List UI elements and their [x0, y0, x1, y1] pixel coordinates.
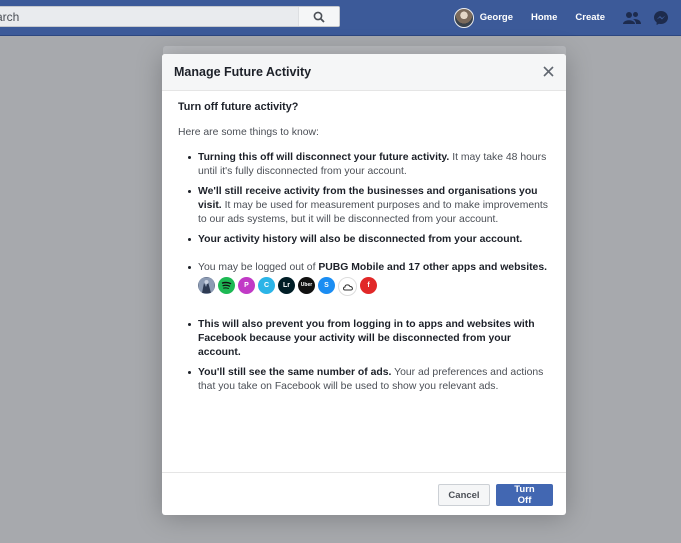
lightroom-app-icon: Lr: [278, 277, 295, 295]
list-item-bold: Your activity history will also be disco…: [198, 234, 523, 246]
list-item-bold: PUBG Mobile and 17 other apps and websit…: [318, 261, 547, 273]
spotify-app-icon: [218, 277, 235, 295]
dialog-footer: Cancel Turn Off: [162, 472, 566, 515]
shazam-app-icon: S: [318, 277, 335, 295]
top-navigation-bar: George Home Create: [0, 0, 681, 36]
create-link[interactable]: Create: [575, 12, 605, 23]
list-item-bold: Turning this off will disconnect your fu…: [198, 152, 450, 164]
dialog-question: Turn off future activity?: [178, 101, 299, 113]
dialog-title: Manage Future Activity: [174, 65, 312, 79]
close-button[interactable]: [539, 62, 557, 80]
nav-right: George Home Create: [453, 0, 681, 35]
dialog-header: Manage Future Activity: [162, 54, 566, 91]
search-box: [0, 6, 340, 27]
close-icon: [542, 65, 554, 77]
avatar: [453, 7, 474, 28]
friends-icon: [623, 11, 641, 24]
list-item-bold: You'll still see the same number of ads.: [198, 367, 392, 379]
list-item: This will also prevent you from logging …: [187, 318, 556, 359]
list-item-prefix: You may be logged out of: [198, 261, 319, 273]
dialog-intro: Here are some things to know:: [178, 126, 319, 138]
dialog-body: Turn off future activity? Here are some …: [178, 101, 556, 400]
search-input[interactable]: [0, 7, 300, 26]
cancel-button[interactable]: Cancel: [438, 484, 490, 506]
list-item: You'll still see the same number of ads.…: [187, 366, 556, 393]
list-item: Turning this off will disconnect your fu…: [187, 151, 556, 178]
manage-future-activity-dialog: Manage Future Activity Turn off future a…: [162, 54, 566, 515]
connected-apps-row: P C Lr Uber Sf: [198, 277, 556, 297]
search-button[interactable]: [298, 7, 339, 26]
pubg-app-icon: [198, 277, 215, 295]
messenger-button[interactable]: [653, 10, 669, 26]
list-item: We'll still receive activity from the bu…: [187, 185, 556, 226]
uber-app-icon: Uber: [298, 277, 315, 295]
turn-off-button[interactable]: Turn Off: [496, 484, 553, 506]
profile-link[interactable]: George: [453, 7, 514, 28]
info-list: Turning this off will disconnect your fu…: [178, 151, 556, 393]
search-icon: [313, 11, 325, 23]
list-item: Your activity history will also be disco…: [187, 233, 556, 247]
list-item-text: It may be used for measurement purposes …: [198, 199, 548, 225]
home-link[interactable]: Home: [531, 12, 557, 23]
flipboard-app-icon: f: [360, 277, 377, 295]
profile-name: George: [479, 12, 514, 23]
canva-app-icon: C: [258, 277, 275, 295]
list-item-bold: This will also prevent you from logging …: [198, 319, 535, 358]
friends-requests-button[interactable]: [623, 11, 641, 25]
cloud-app-icon: [338, 277, 357, 297]
messenger-icon: [654, 10, 668, 25]
picsart-app-icon: P: [238, 277, 255, 295]
list-item: You may be logged out of PUBG Mobile and…: [187, 261, 556, 297]
